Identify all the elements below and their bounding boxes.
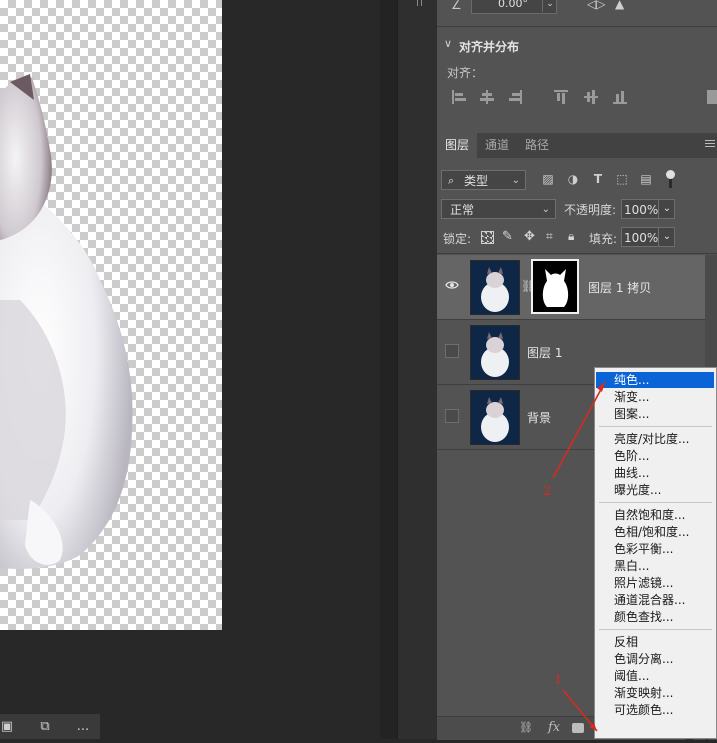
- annotation-arrowhead-2: [597, 382, 605, 392]
- annotation-arrow-2: [552, 381, 606, 479]
- annotation-step-2: 2: [543, 484, 552, 499]
- annotation-overlay: [552, 381, 606, 732]
- annotation-step-1: 1: [554, 673, 563, 688]
- annotation-arrowhead-1: [589, 723, 597, 731]
